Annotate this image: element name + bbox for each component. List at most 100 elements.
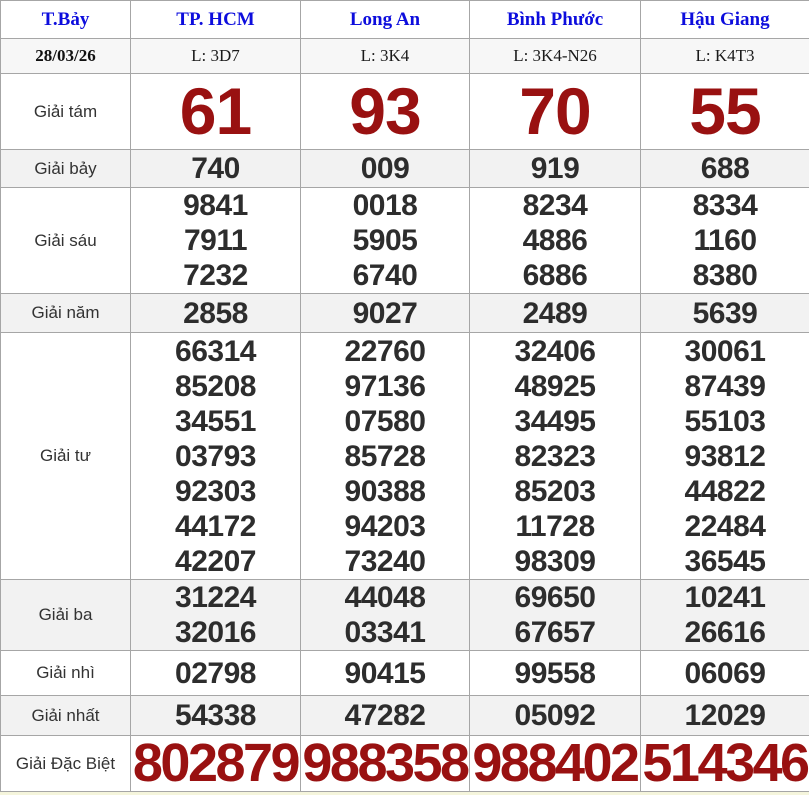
col-header-province-haugiang[interactable]: Hậu Giang	[641, 1, 809, 39]
prize-number: 7911	[131, 223, 300, 258]
prize-number: 6740	[301, 258, 469, 293]
prize-number: 5905	[301, 223, 469, 258]
prize-number: 688	[641, 151, 809, 186]
prize-number: 514346	[641, 736, 809, 791]
prize-number: 34495	[470, 404, 640, 439]
prize-cell: 10241 26616	[641, 580, 809, 651]
prize-number: 85203	[470, 474, 640, 509]
lottery-code: L: 3K4-N26	[470, 39, 641, 74]
prize-number: 22484	[641, 509, 809, 544]
prize-number: 44822	[641, 474, 809, 509]
prize-number: 97136	[301, 369, 469, 404]
prize-number: 93812	[641, 439, 809, 474]
prize-cell: 70	[470, 74, 641, 150]
prize-number: 8380	[641, 258, 809, 293]
prize-number: 1160	[641, 223, 809, 258]
prize-number: 009	[301, 151, 469, 186]
lottery-code: L: 3D7	[131, 39, 301, 74]
prize-number: 42207	[131, 544, 300, 579]
prize-cell: 30061 87439 55103 93812 44822 22484 3654…	[641, 333, 809, 580]
prize-number: 802879	[131, 736, 300, 791]
prize-number: 988358	[301, 736, 469, 791]
col-header-province-hcm[interactable]: TP. HCM	[131, 1, 301, 39]
lottery-code: L: 3K4	[301, 39, 470, 74]
prize-number: 32016	[131, 615, 300, 650]
prize-number: 69650	[470, 580, 640, 615]
prize-number: 98309	[470, 544, 640, 579]
prize-row-giai-nhat: Giải nhất 54338 47282 05092 12029	[1, 696, 809, 736]
prize-number: 0018	[301, 188, 469, 223]
prize-number: 36545	[641, 544, 809, 579]
row-label: Giải năm	[1, 294, 131, 333]
prize-number: 26616	[641, 615, 809, 650]
prize-cell: 66314 85208 34551 03793 92303 44172 4220…	[131, 333, 301, 580]
prize-cell: 06069	[641, 651, 809, 696]
prize-number: 67657	[470, 615, 640, 650]
prize-number: 44048	[301, 580, 469, 615]
prize-cell: 988402	[470, 736, 641, 792]
prize-number: 55	[641, 74, 809, 149]
col-header-province-binhphuoc[interactable]: Bình Phước	[470, 1, 641, 39]
prize-cell: 0018 5905 6740	[301, 188, 470, 294]
prize-number: 07580	[301, 404, 469, 439]
prize-number: 8234	[470, 188, 640, 223]
prize-number: 55103	[641, 404, 809, 439]
prize-number: 44172	[131, 509, 300, 544]
prize-cell: 12029	[641, 696, 809, 736]
prize-number: 2489	[470, 296, 640, 331]
prize-cell: 69650 67657	[470, 580, 641, 651]
prize-number: 05092	[470, 698, 640, 733]
prize-row-giai-ba: Giải ba 31224 32016 44048 03341 69650 67…	[1, 580, 809, 651]
prize-cell: 05092	[470, 696, 641, 736]
prize-cell: 32406 48925 34495 82323 85203 11728 9830…	[470, 333, 641, 580]
prize-cell: 009	[301, 150, 470, 188]
prize-row-giai-tam: Giải tám 61 93 70 55	[1, 74, 809, 150]
prize-cell: 44048 03341	[301, 580, 470, 651]
row-label: Giải nhì	[1, 651, 131, 696]
prize-number: 85728	[301, 439, 469, 474]
prize-number: 93	[301, 74, 469, 149]
prize-number: 9841	[131, 188, 300, 223]
prize-row-giai-dac-biet: Giải Đặc Biệt 802879 988358 988402 51434…	[1, 736, 809, 792]
prize-cell: 9027	[301, 294, 470, 333]
col-header-day[interactable]: T.Bảy	[1, 1, 131, 39]
row-label: Giải tám	[1, 74, 131, 150]
prize-number: 54338	[131, 698, 300, 733]
date-code-row: 28/03/26 L: 3D7 L: 3K4 L: 3K4-N26 L: K4T…	[1, 39, 809, 74]
prize-number: 87439	[641, 369, 809, 404]
prize-cell: 2858	[131, 294, 301, 333]
prize-number: 90388	[301, 474, 469, 509]
prize-number: 02798	[131, 656, 300, 691]
prize-number: 11728	[470, 509, 640, 544]
prize-number: 30061	[641, 334, 809, 369]
prize-cell: 740	[131, 150, 301, 188]
prize-number: 06069	[641, 656, 809, 691]
prize-cell: 9841 7911 7232	[131, 188, 301, 294]
col-header-province-longan[interactable]: Long An	[301, 1, 470, 39]
row-label: Giải Đặc Biệt	[1, 736, 131, 792]
prize-number: 70	[470, 74, 640, 149]
prize-number: 5639	[641, 296, 809, 331]
prize-cell: 54338	[131, 696, 301, 736]
prize-cell: 5639	[641, 294, 809, 333]
prize-number: 12029	[641, 698, 809, 733]
prize-cell: 688	[641, 150, 809, 188]
prize-number: 7232	[131, 258, 300, 293]
prize-cell: 55	[641, 74, 809, 150]
prize-number: 73240	[301, 544, 469, 579]
prize-number: 8334	[641, 188, 809, 223]
prize-row-giai-sau: Giải sáu 9841 7911 7232 0018 5905 6740 8…	[1, 188, 809, 294]
prize-number: 10241	[641, 580, 809, 615]
prize-number: 03793	[131, 439, 300, 474]
row-label: Giải ba	[1, 580, 131, 651]
prize-cell: 99558	[470, 651, 641, 696]
prize-number: 919	[470, 151, 640, 186]
prize-number: 740	[131, 151, 300, 186]
prize-number: 9027	[301, 296, 469, 331]
prize-number: 92303	[131, 474, 300, 509]
prize-cell: 2489	[470, 294, 641, 333]
prize-cell: 93	[301, 74, 470, 150]
prize-number: 90415	[301, 656, 469, 691]
prize-cell: 514346	[641, 736, 809, 792]
prize-number: 31224	[131, 580, 300, 615]
